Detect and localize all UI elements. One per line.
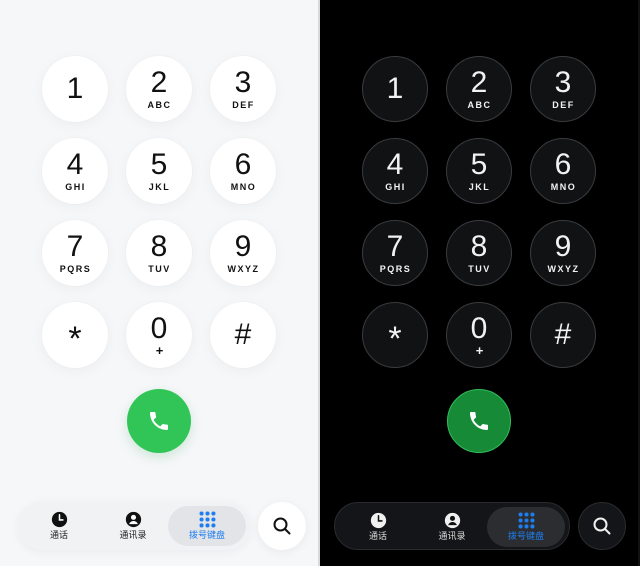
key-letters: DEF	[552, 100, 575, 110]
tab-recents[interactable]: 通话	[20, 506, 98, 546]
tab-contacts[interactable]: 通讯录	[94, 506, 172, 546]
key-letters: WXYZ	[547, 264, 580, 274]
key-letters: MNO	[550, 182, 577, 192]
keypad-grid-icon	[199, 511, 215, 528]
key-7[interactable]: 7 PQRS	[42, 220, 108, 286]
key-letters: WXYZ	[227, 264, 260, 274]
key-2[interactable]: 2 ABC	[446, 56, 512, 122]
key-digit: 0	[150, 312, 168, 345]
key-digit: 1	[386, 72, 404, 105]
key-8[interactable]: 8 TUV	[446, 220, 512, 286]
key-digit: 7	[386, 230, 404, 263]
key-letters: +	[475, 343, 484, 358]
key-digit: 1	[66, 72, 84, 105]
key-1[interactable]: 1	[362, 56, 428, 122]
key-digit: 9	[554, 230, 572, 263]
tab-label: 通讯录	[438, 532, 466, 542]
phone-icon	[150, 412, 168, 430]
tab-label: 拨号键盘	[507, 532, 544, 542]
key-9[interactable]: 9 WXYZ	[530, 220, 596, 286]
tab-label: 拨号键盘	[188, 531, 225, 541]
key-3[interactable]: 3 DEF	[210, 56, 276, 122]
bottom-nav: 通话 通讯录 拨号键盘	[18, 502, 250, 550]
tab-contacts[interactable]: 通讯录	[413, 507, 491, 547]
key-letters: ABC	[467, 100, 492, 110]
key-digit: 4	[66, 148, 84, 181]
key-3[interactable]: 3 DEF	[530, 56, 596, 122]
key-letters: PQRS	[379, 264, 412, 274]
tab-recents[interactable]: 通话	[339, 507, 417, 547]
key-digit: #	[554, 318, 572, 351]
key-5[interactable]: 5 JKL	[446, 138, 512, 204]
key-digit: 0	[470, 312, 488, 345]
key-letters: +	[155, 343, 164, 358]
key-letters: GHI	[385, 182, 406, 192]
key-star[interactable]: *	[362, 302, 428, 368]
search-icon	[593, 517, 611, 535]
key-digit: 8	[150, 230, 168, 263]
key-digit: 3	[554, 66, 572, 99]
key-digit: 6	[234, 148, 252, 181]
key-digit: *	[388, 320, 402, 358]
tab-label: 通讯录	[119, 531, 147, 541]
light-theme-panel: 1 2 ABC 3 DEF 4 GHI 5 JKL 6 MNO 7 PQRS 8…	[0, 0, 318, 566]
key-digit: 5	[470, 148, 488, 181]
key-1[interactable]: 1	[42, 56, 108, 122]
key-letters: ABC	[147, 100, 172, 110]
person-icon	[125, 511, 141, 528]
key-hash[interactable]: #	[210, 302, 276, 368]
key-4[interactable]: 4 GHI	[42, 138, 108, 204]
call-button[interactable]	[127, 389, 191, 453]
key-9[interactable]: 9 WXYZ	[210, 220, 276, 286]
key-digit: 5	[150, 148, 168, 181]
key-letters: PQRS	[59, 264, 92, 274]
phone-icon	[470, 412, 488, 430]
key-4[interactable]: 4 GHI	[362, 138, 428, 204]
key-digit: 8	[470, 230, 488, 263]
key-digit: 2	[470, 66, 488, 99]
search-button[interactable]	[578, 502, 626, 550]
key-hash[interactable]: #	[530, 302, 596, 368]
key-7[interactable]: 7 PQRS	[362, 220, 428, 286]
key-letters: MNO	[230, 182, 257, 192]
key-letters: GHI	[65, 182, 86, 192]
key-letters: DEF	[232, 100, 255, 110]
key-letters: TUV	[148, 264, 171, 274]
key-letters: JKL	[468, 182, 491, 192]
key-letters: TUV	[468, 264, 491, 274]
key-5[interactable]: 5 JKL	[126, 138, 192, 204]
key-0[interactable]: 0 +	[126, 302, 192, 368]
dark-theme-panel: 1 2 ABC 3 DEF 4 GHI 5 JKL 6 MNO 7 PQRS 8…	[320, 0, 638, 566]
bottom-nav: 通话 通讯录 拨号键盘	[334, 502, 570, 550]
key-0[interactable]: 0 +	[446, 302, 512, 368]
search-button[interactable]	[258, 502, 306, 550]
person-icon	[444, 512, 460, 529]
tab-label: 通话	[49, 531, 68, 541]
key-digit: #	[234, 318, 252, 351]
key-2[interactable]: 2 ABC	[126, 56, 192, 122]
key-star[interactable]: *	[42, 302, 108, 368]
clock-icon	[51, 511, 67, 528]
key-digit: 6	[554, 148, 572, 181]
clock-icon	[370, 512, 386, 529]
key-8[interactable]: 8 TUV	[126, 220, 192, 286]
call-button[interactable]	[447, 389, 511, 453]
tab-keypad[interactable]: 拨号键盘	[487, 507, 565, 547]
tab-keypad[interactable]: 拨号键盘	[168, 506, 246, 546]
key-letters: JKL	[148, 182, 171, 192]
tab-label: 通话	[368, 532, 387, 542]
key-digit: 3	[234, 66, 252, 99]
key-digit: 7	[66, 230, 84, 263]
key-6[interactable]: 6 MNO	[210, 138, 276, 204]
key-6[interactable]: 6 MNO	[530, 138, 596, 204]
key-digit: 2	[150, 66, 168, 99]
key-digit: 9	[234, 230, 252, 263]
search-icon	[273, 517, 291, 535]
key-digit: *	[68, 320, 82, 358]
key-digit: 4	[386, 148, 404, 181]
keypad-grid-icon	[518, 512, 534, 529]
